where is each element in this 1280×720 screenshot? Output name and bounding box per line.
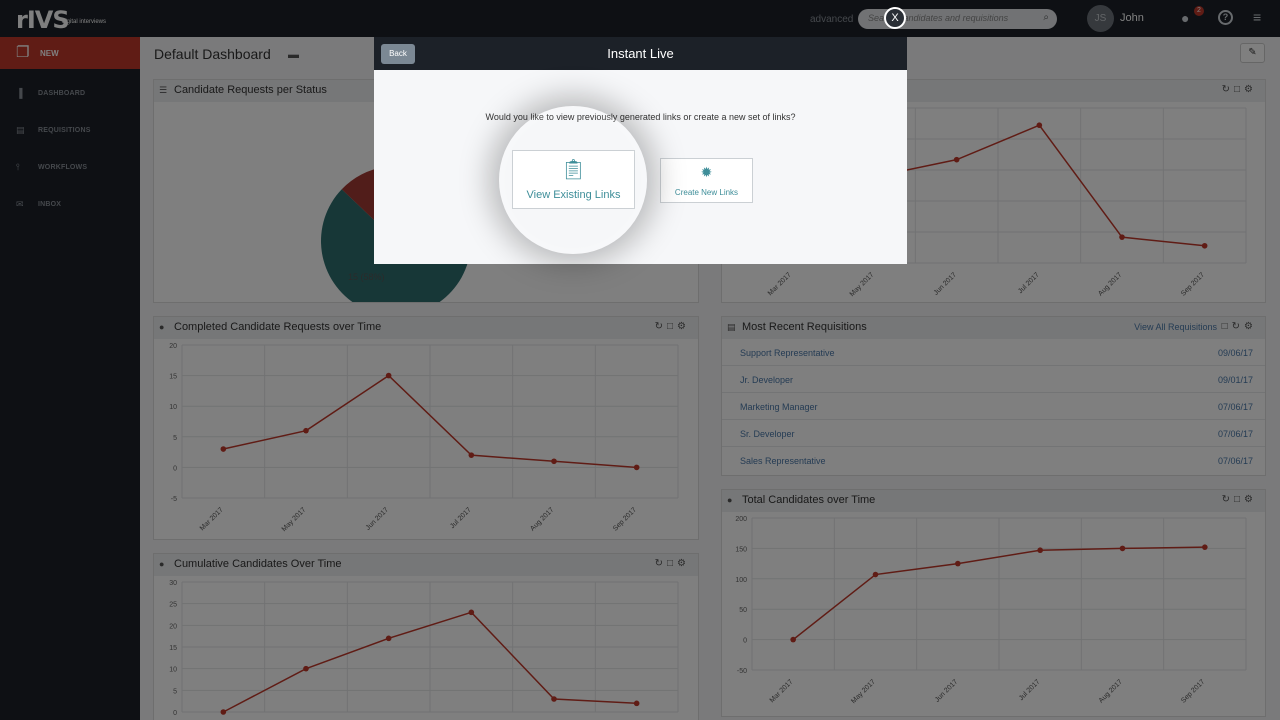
- create-new-links-button[interactable]: ✹ Create New Links: [660, 158, 753, 203]
- clipboard-icon: 📋︎: [560, 159, 587, 181]
- modal-question: Would you like to view previously genera…: [485, 112, 796, 122]
- view-existing-links-button[interactable]: 📋︎ View Existing Links: [512, 150, 635, 209]
- close-icon[interactable]: X: [884, 7, 906, 29]
- view-existing-links-label: View Existing Links: [526, 189, 621, 201]
- instant-live-modal: Back Instant Live Would you like to view…: [374, 37, 907, 264]
- create-new-links-label: Create New Links: [674, 188, 739, 197]
- modal-header: Back Instant Live: [374, 37, 907, 70]
- modal-title: Instant Live: [607, 46, 674, 61]
- badge-check-icon: ✹: [700, 164, 713, 180]
